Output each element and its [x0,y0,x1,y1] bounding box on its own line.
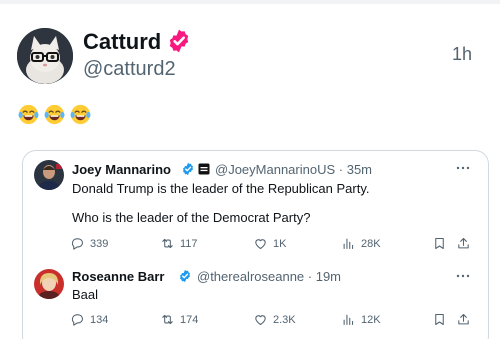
more-icon[interactable] [456,163,470,173]
verified-badge-icon [180,269,190,283]
reply-button[interactable]: 134 [70,312,108,327]
like-count: 1K [273,237,287,250]
author-name[interactable]: Catturd [83,29,161,55]
separator-dot: · [335,162,347,177]
reply-avatar[interactable] [34,269,64,299]
reply-author-handle[interactable]: @therealroseanne [197,269,304,284]
heart-icon [255,315,266,326]
post-text [17,103,92,126]
repost-icon [162,238,173,249]
reply-author-name[interactable]: Joey Mannarino [72,162,171,177]
like-button[interactable]: 2.3K [253,312,296,327]
reply-timestamp[interactable]: 35m [347,162,372,177]
views-count: 28K [361,237,381,250]
repost-count: 174 [180,313,199,326]
author-avatar[interactable] [17,28,73,84]
views-icon [343,238,354,250]
verified-badge-icon [169,29,189,53]
reply-meta: @therealroseanne · 19m [197,269,341,284]
face-with-tears-of-joy-icon [70,104,91,125]
repost-button[interactable]: 117 [160,236,198,251]
top-divider [0,0,500,4]
reply-count: 339 [90,237,109,250]
reply-icon [71,314,84,326]
reply-author-handle[interactable]: @JoeyMannarinoUS [215,162,335,177]
repost-button[interactable]: 174 [160,312,198,327]
share-icon[interactable] [456,236,471,251]
bookmark-icon[interactable] [432,236,447,251]
views-count: 12K [361,313,381,326]
affiliate-badge-icon [198,163,210,175]
views-button[interactable]: 12K [341,312,381,327]
like-count: 2.3K [273,313,296,326]
verified-badge-icon [183,162,193,176]
reply-timestamp[interactable]: 19m [316,269,341,284]
repost-icon [162,314,173,325]
post-timestamp[interactable]: 1h [452,44,472,65]
reply-author-name[interactable]: Roseanne Barr [72,269,164,284]
reply-avatar[interactable] [34,160,64,190]
face-with-tears-of-joy-icon [44,104,65,125]
face-with-tears-of-joy-icon [18,104,39,125]
embedded-replies-card[interactable]: Joey Mannarino @JoeyMannarinoUS · 35m Do… [22,150,489,339]
reply-count: 134 [90,313,109,326]
reply-text-line: Donald Trump is the leader of the Republ… [72,181,370,196]
views-button[interactable]: 28K [341,236,381,251]
reply-meta: @JoeyMannarinoUS · 35m [215,162,372,177]
repost-count: 117 [180,237,198,250]
bookmark-icon[interactable] [432,312,447,327]
separator-dot: · [304,269,316,284]
like-button[interactable]: 1K [253,236,286,251]
reply-text-line: Who is the leader of the Democrat Party? [72,210,311,225]
heart-icon [255,239,266,250]
more-icon[interactable] [456,271,470,281]
author-handle[interactable]: @catturd2 [83,58,176,81]
reply-button[interactable]: 339 [70,236,108,251]
reply-icon [71,238,84,250]
views-icon [343,314,354,326]
reply-text-line: Baal [72,287,99,302]
share-icon[interactable] [456,312,471,327]
